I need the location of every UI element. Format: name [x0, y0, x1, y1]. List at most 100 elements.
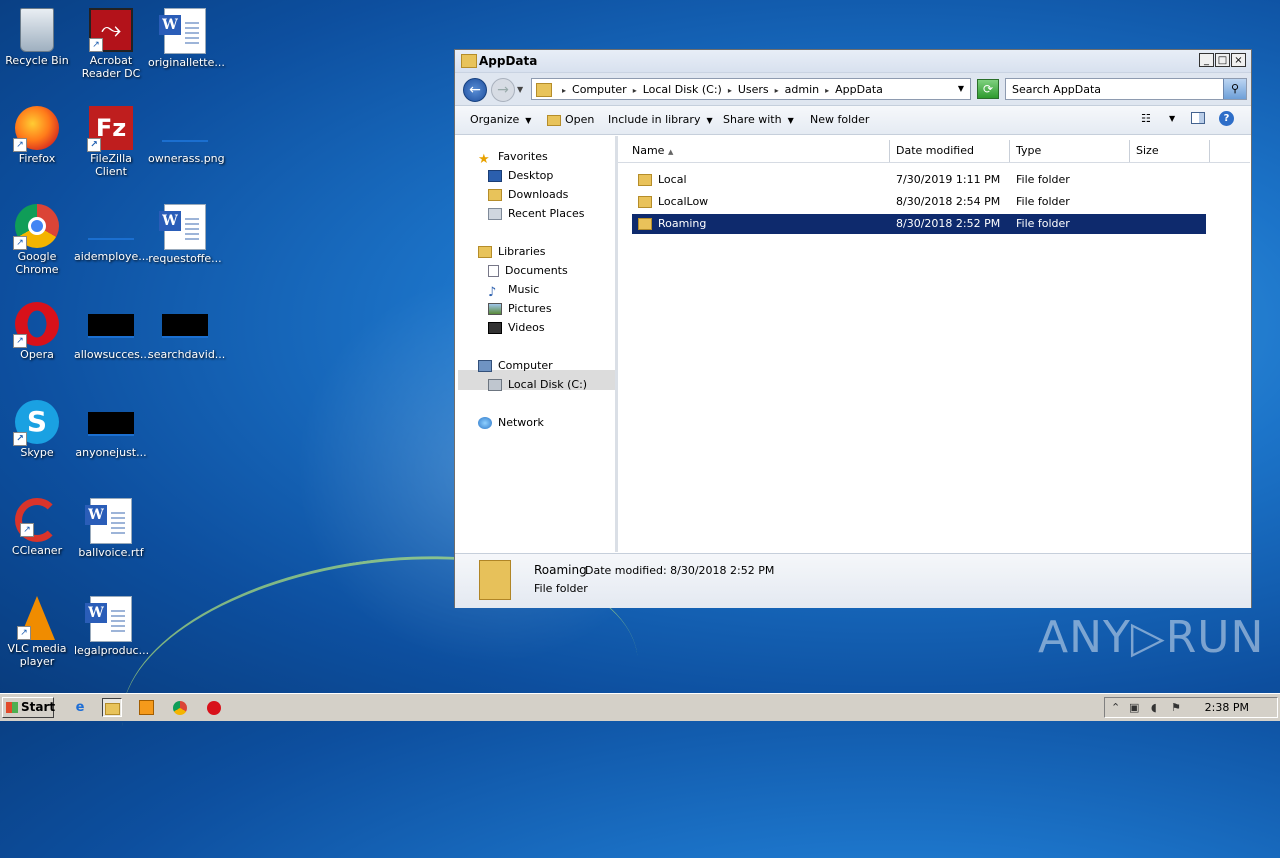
desktop-icon-ccleaner[interactable]: ↗ CCleaner	[0, 498, 74, 557]
desktop-icon-opera[interactable]: ↗ Opera	[0, 302, 74, 361]
help-icon[interactable]: ?	[1219, 111, 1234, 126]
view-dropdown-icon[interactable]: ▼	[1169, 114, 1175, 123]
network-tray-icon[interactable]: ▣	[1129, 701, 1139, 714]
chevron-right-icon[interactable]: ▸	[728, 86, 732, 95]
opera-icon: ↗	[13, 302, 59, 348]
breadcrumb-item[interactable]: AppData	[835, 83, 883, 96]
organize-label: Organize	[470, 113, 520, 126]
chevron-right-icon[interactable]: ▸	[562, 86, 566, 95]
nav-label: Desktop	[508, 169, 554, 182]
details-date-modified: Date modified: 8/30/2018 2:52 PM	[585, 564, 775, 577]
file-row-locallow[interactable]: LocalLow 8/30/2018 2:54 PM File folder	[632, 192, 1206, 212]
nav-label: Pictures	[508, 302, 552, 315]
desktop-icon-filezilla[interactable]: Fz ↗ FileZilla Client	[74, 106, 148, 178]
opera-taskbar-icon[interactable]	[204, 698, 224, 717]
desktop-icon-allowsuccess[interactable]: allowsucces...	[74, 302, 150, 361]
details-pane: Roaming Date modified: 8/30/2018 2:52 PM…	[455, 553, 1251, 608]
explorer-window[interactable]: AppData _ □ × ← → ▼ ▸ Computer ▸ Local Disk…	[454, 49, 1252, 608]
close-button[interactable]: ×	[1231, 53, 1246, 67]
nav-label: Music	[508, 283, 540, 296]
desktop-icon-legalproduct[interactable]: W legalproduc...	[74, 596, 149, 657]
desktop-icon-recycle-bin[interactable]: Recycle Bin	[0, 8, 74, 67]
breadcrumb-item[interactable]: Computer	[572, 83, 627, 96]
column-header-date-modified[interactable]: Date modified	[890, 140, 1010, 162]
include-in-library-label: Include in library	[608, 113, 701, 126]
title-bar[interactable]: AppData _ □ ×	[455, 50, 1251, 73]
start-button[interactable]: Start	[2, 697, 55, 718]
desktop-icon-aidemployee[interactable]: aidemploye...	[74, 204, 149, 263]
file-row-local[interactable]: Local 7/30/2019 1:11 PM File folder	[632, 170, 1206, 190]
videos-icon	[488, 322, 502, 334]
open-button[interactable]: Open	[547, 113, 594, 126]
minimize-button[interactable]: _	[1199, 53, 1214, 67]
volume-icon[interactable]: ◖	[1151, 701, 1157, 714]
desktop-icon-ownerass[interactable]: ownerass.png	[148, 106, 225, 165]
file-type: File folder	[1016, 195, 1070, 208]
nav-item-recent-places[interactable]: Recent Places	[488, 205, 585, 223]
file-name: Local	[658, 173, 687, 186]
desktop-icon-requestoffer[interactable]: W requestoffe...	[148, 204, 222, 265]
maximize-button[interactable]: □	[1215, 53, 1230, 67]
breadcrumb-item[interactable]: admin	[785, 83, 819, 96]
chevron-down-icon: ▼	[787, 116, 794, 125]
view-options-icon[interactable]: ☷	[1141, 112, 1151, 125]
file-row-roaming[interactable]: Roaming 8/30/2018 2:52 PM File folder	[632, 214, 1206, 234]
action-center-flag-icon[interactable]: ⚑	[1171, 701, 1181, 714]
nav-item-documents[interactable]: Documents	[488, 262, 568, 280]
nav-label: Favorites	[498, 150, 548, 163]
nav-item-downloads[interactable]: Downloads	[488, 186, 568, 204]
sort-ascending-icon: ▲	[667, 148, 674, 156]
nav-item-libraries[interactable]: Libraries	[478, 243, 546, 261]
show-hidden-icons-icon[interactable]: ⌃	[1111, 701, 1120, 714]
share-with-button[interactable]: Share with ▼	[723, 113, 794, 126]
breadcrumb-item[interactable]: Local Disk (C:)	[643, 83, 722, 96]
nav-item-music[interactable]: ♪ Music	[488, 281, 540, 300]
address-dropdown-icon[interactable]: ▼	[958, 84, 964, 93]
back-button[interactable]: ←	[463, 78, 487, 102]
chevron-right-icon[interactable]: ▸	[825, 86, 829, 95]
desktop-icon-label: FileZilla Client	[90, 152, 132, 178]
desktop-icon-acrobat[interactable]: ⤳ ↗ Acrobat Reader DC	[74, 8, 148, 80]
column-header-size[interactable]: Size	[1130, 140, 1210, 162]
media-player-icon[interactable]	[136, 698, 156, 717]
nav-item-network[interactable]: Network	[478, 414, 544, 432]
column-label: Date modified	[896, 144, 974, 157]
internet-explorer-icon[interactable]: e	[70, 698, 90, 717]
desktop-icon-originalletter[interactable]: W originallette...	[148, 8, 225, 69]
organize-button[interactable]: Organize ▼	[470, 113, 531, 126]
forward-button[interactable]: →	[491, 78, 515, 102]
computer-icon	[478, 360, 492, 372]
nav-item-videos[interactable]: Videos	[488, 319, 545, 337]
search-input[interactable]	[1010, 82, 1224, 97]
address-bar[interactable]: ▸ Computer ▸ Local Disk (C:) ▸ Users ▸ admin ▸ Ap…	[531, 78, 971, 100]
details-type: File folder	[534, 582, 588, 595]
column-header-name[interactable]: Name ▲	[618, 140, 890, 162]
desktop-icon-skype[interactable]: S ↗ Skype	[0, 400, 74, 459]
nav-item-computer[interactable]: Computer	[478, 357, 553, 375]
nav-item-favorites[interactable]: ★ Favorites	[478, 148, 548, 167]
search-box[interactable]: ⚲	[1005, 78, 1247, 100]
chrome-taskbar-icon[interactable]	[170, 698, 190, 717]
include-in-library-button[interactable]: Include in library ▼	[608, 113, 713, 126]
chevron-right-icon[interactable]: ▸	[775, 86, 779, 95]
breadcrumb-item[interactable]: Users	[738, 83, 769, 96]
desktop-icon-ballvoice[interactable]: W ballvoice.rtf	[74, 498, 148, 559]
desktop-icon-chrome[interactable]: ↗ Google Chrome	[0, 204, 74, 276]
column-header-type[interactable]: Type	[1010, 140, 1130, 162]
desktop-icon-searchdavid[interactable]: searchdavid...	[148, 302, 225, 361]
chevron-right-icon[interactable]: ▸	[633, 86, 637, 95]
nav-item-desktop[interactable]: Desktop	[488, 167, 553, 185]
nav-item-pictures[interactable]: Pictures	[488, 300, 552, 318]
search-icon[interactable]: ⚲	[1223, 79, 1246, 99]
open-label: Open	[565, 113, 595, 126]
refresh-button[interactable]: ⟳	[977, 79, 999, 99]
desktop-icon-vlc[interactable]: ↗ VLC media player	[0, 596, 74, 668]
clock[interactable]: 2:38 PM	[1205, 701, 1249, 714]
new-folder-button[interactable]: New folder	[810, 113, 869, 126]
preview-pane-icon[interactable]	[1191, 112, 1205, 127]
nav-item-local-disk[interactable]: Local Disk (C:)	[488, 376, 587, 394]
recent-pages-dropdown-icon[interactable]: ▼	[517, 85, 523, 94]
windows-explorer-icon[interactable]	[102, 698, 122, 717]
desktop-icon-firefox[interactable]: ↗ Firefox	[0, 106, 74, 165]
desktop-icon-anyonejust[interactable]: anyonejust...	[74, 400, 148, 459]
